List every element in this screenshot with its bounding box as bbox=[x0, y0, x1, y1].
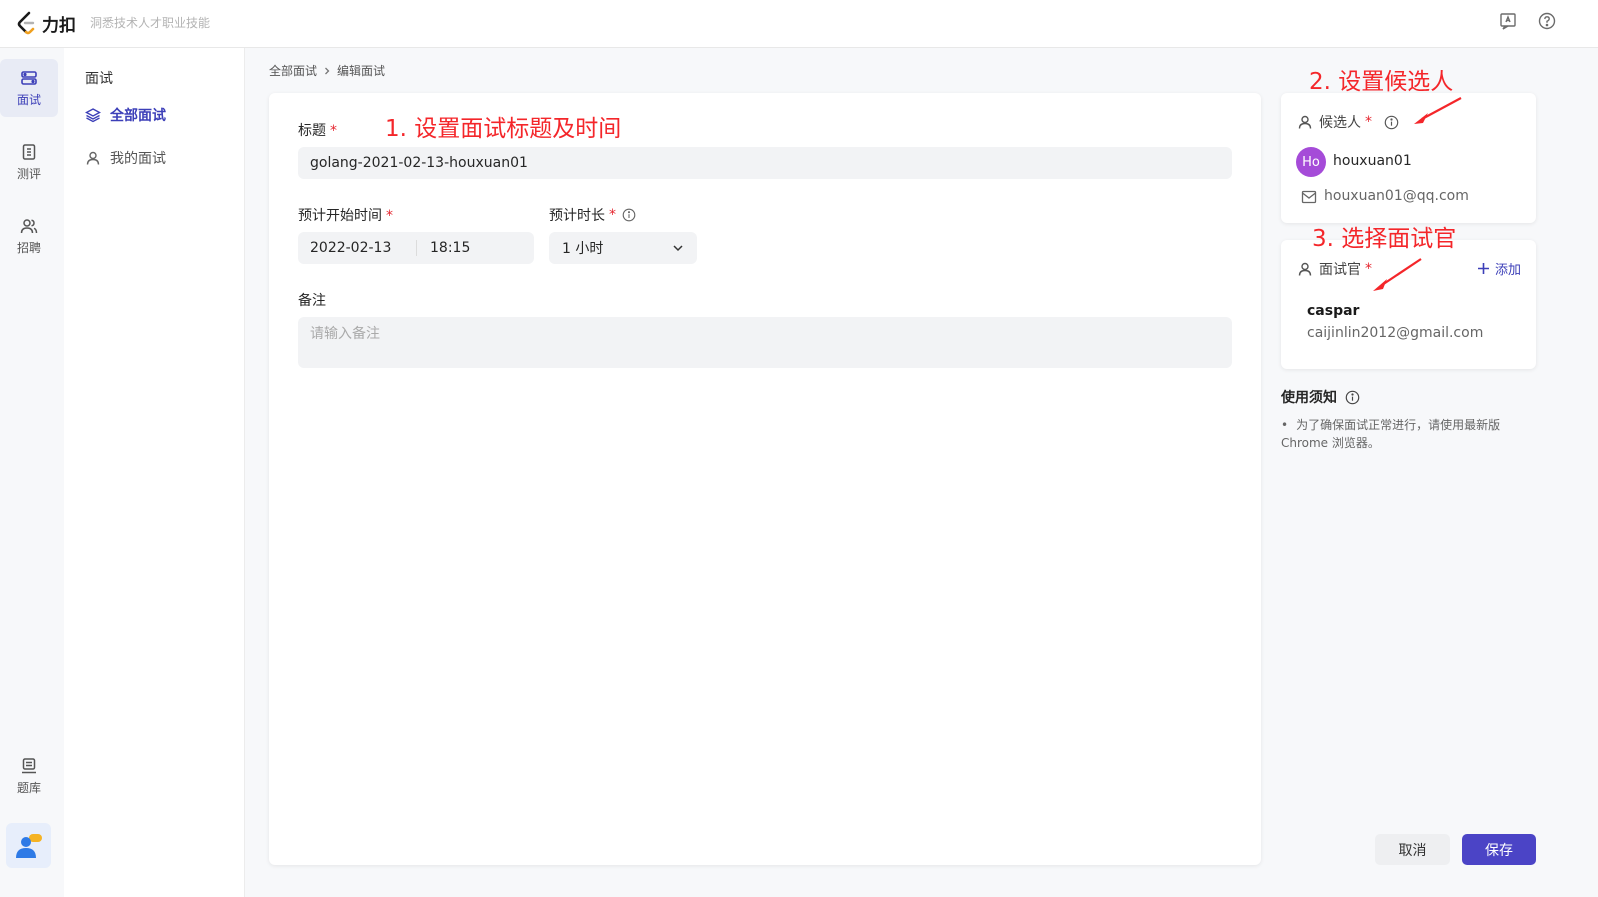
info-icon[interactable] bbox=[1384, 115, 1399, 130]
start-time-value[interactable]: 18:15 bbox=[430, 240, 470, 256]
interview-form-card: 标题 * golang-2021-02-13-houxuan01 预计开始时间 * … bbox=[269, 93, 1261, 865]
interviewer-header: 面试官 * bbox=[1297, 259, 1372, 279]
note-textarea[interactable]: 请输入备注 bbox=[298, 317, 1232, 368]
nav-item-recruit[interactable]: 招聘 bbox=[0, 207, 58, 265]
usage-notice-text: • 为了确保面试正常进行，请使用最新版 Chrome 浏览器。 bbox=[1281, 418, 1501, 450]
candidate-name: houxuan01 bbox=[1333, 153, 1412, 169]
chevron-down-icon bbox=[673, 245, 683, 252]
annotation-step3: 3. 选择面试官 bbox=[1312, 226, 1457, 252]
duration-value: 1 小时 bbox=[562, 241, 604, 257]
user-avatar[interactable] bbox=[6, 823, 51, 868]
annotation-arrow-icon bbox=[1414, 97, 1462, 124]
candidate-header: 候选人 * bbox=[1297, 112, 1399, 132]
annotation-step1: 1. 设置面试标题及时间 bbox=[385, 116, 622, 142]
nav-item-interview[interactable]: 面试 bbox=[0, 59, 58, 117]
question-bank-icon bbox=[22, 757, 36, 773]
date-time-divider bbox=[416, 240, 417, 256]
user-avatar-icon bbox=[15, 833, 42, 858]
candidate-avatar: Ho bbox=[1296, 147, 1326, 177]
interviewer-name: caspar bbox=[1307, 303, 1360, 319]
note-placeholder: 请输入备注 bbox=[310, 326, 380, 342]
user-icon bbox=[86, 151, 100, 165]
subnav-label: 全部面试 bbox=[110, 108, 166, 124]
app-logo[interactable]: 力扣 bbox=[16, 10, 76, 36]
brand-name: 力扣 bbox=[42, 15, 76, 36]
subnav-item-my-interviews[interactable]: 我的面试 bbox=[85, 148, 166, 168]
layers-icon bbox=[85, 108, 101, 123]
start-time-label: 预计开始时间 * bbox=[298, 208, 393, 224]
title-input[interactable]: golang-2021-02-13-houxuan01 bbox=[298, 147, 1232, 179]
duration-label: 预计时长 * bbox=[549, 205, 636, 225]
nav-label: 面试 bbox=[16, 92, 41, 107]
candidate-card: 候选人 * Ho houxuan01 houxuan01@qq.com bbox=[1281, 93, 1536, 223]
duration-select[interactable]: 1 小时 bbox=[549, 232, 697, 264]
interview-icon bbox=[21, 70, 37, 85]
nav-label: 题库 bbox=[16, 780, 41, 795]
start-date-value[interactable]: 2022-02-13 bbox=[310, 240, 391, 256]
subnav-label: 我的面试 bbox=[110, 151, 166, 167]
note-label: 备注 bbox=[298, 293, 326, 309]
top-bar: 力扣 洞悉技术人才职业技能 bbox=[0, 0, 1598, 48]
user-icon bbox=[1298, 262, 1312, 276]
help-icon[interactable] bbox=[1537, 11, 1557, 31]
assessment-icon bbox=[22, 143, 36, 160]
subnav-title: 面试 bbox=[85, 71, 113, 87]
save-button[interactable]: 保存 bbox=[1462, 834, 1536, 865]
mail-icon bbox=[1301, 190, 1317, 204]
start-datetime-picker[interactable]: 2022-02-13 18:15 bbox=[298, 232, 534, 264]
recruit-icon bbox=[20, 218, 38, 233]
usage-notice-title: 使用须知 bbox=[1281, 387, 1360, 407]
annotation-arrow-icon bbox=[1373, 258, 1422, 291]
plus-icon bbox=[1477, 263, 1489, 274]
nav-item-assessment[interactable]: 测评 bbox=[0, 133, 58, 191]
secondary-nav: 面试 全部面试 我的面试 bbox=[64, 48, 245, 897]
cancel-button[interactable]: 取消 bbox=[1375, 834, 1450, 865]
add-interviewer-button[interactable]: 添加 bbox=[1477, 259, 1521, 278]
candidate-email: houxuan01@qq.com bbox=[1324, 188, 1469, 204]
info-icon[interactable] bbox=[622, 208, 636, 222]
primary-nav: 面试 测评 招聘 题库 bbox=[0, 48, 64, 897]
nav-label: 测评 bbox=[16, 166, 41, 181]
breadcrumb: 全部面试 编辑面试 bbox=[269, 62, 385, 79]
chevron-right-icon bbox=[325, 67, 330, 74]
interviewer-email: caijinlin2012@gmail.com bbox=[1307, 325, 1484, 341]
leetcode-logo-icon bbox=[17, 11, 35, 35]
breadcrumb-current: 编辑面试 bbox=[337, 64, 386, 78]
slogan: 洞悉技术人才职业技能 bbox=[90, 16, 211, 30]
annotation-step2: 2. 设置候选人 bbox=[1309, 69, 1454, 95]
title-label: 标题 * bbox=[298, 123, 337, 139]
nav-item-question-bank[interactable]: 题库 bbox=[0, 747, 58, 805]
feedback-icon[interactable] bbox=[1498, 11, 1518, 31]
info-icon[interactable] bbox=[1345, 390, 1360, 405]
subnav-item-all-interviews[interactable]: 全部面试 bbox=[85, 105, 166, 125]
breadcrumb-root[interactable]: 全部面试 bbox=[269, 62, 317, 79]
nav-label: 招聘 bbox=[16, 240, 41, 255]
user-icon bbox=[1298, 115, 1312, 129]
title-input-value: golang-2021-02-13-houxuan01 bbox=[310, 155, 528, 171]
